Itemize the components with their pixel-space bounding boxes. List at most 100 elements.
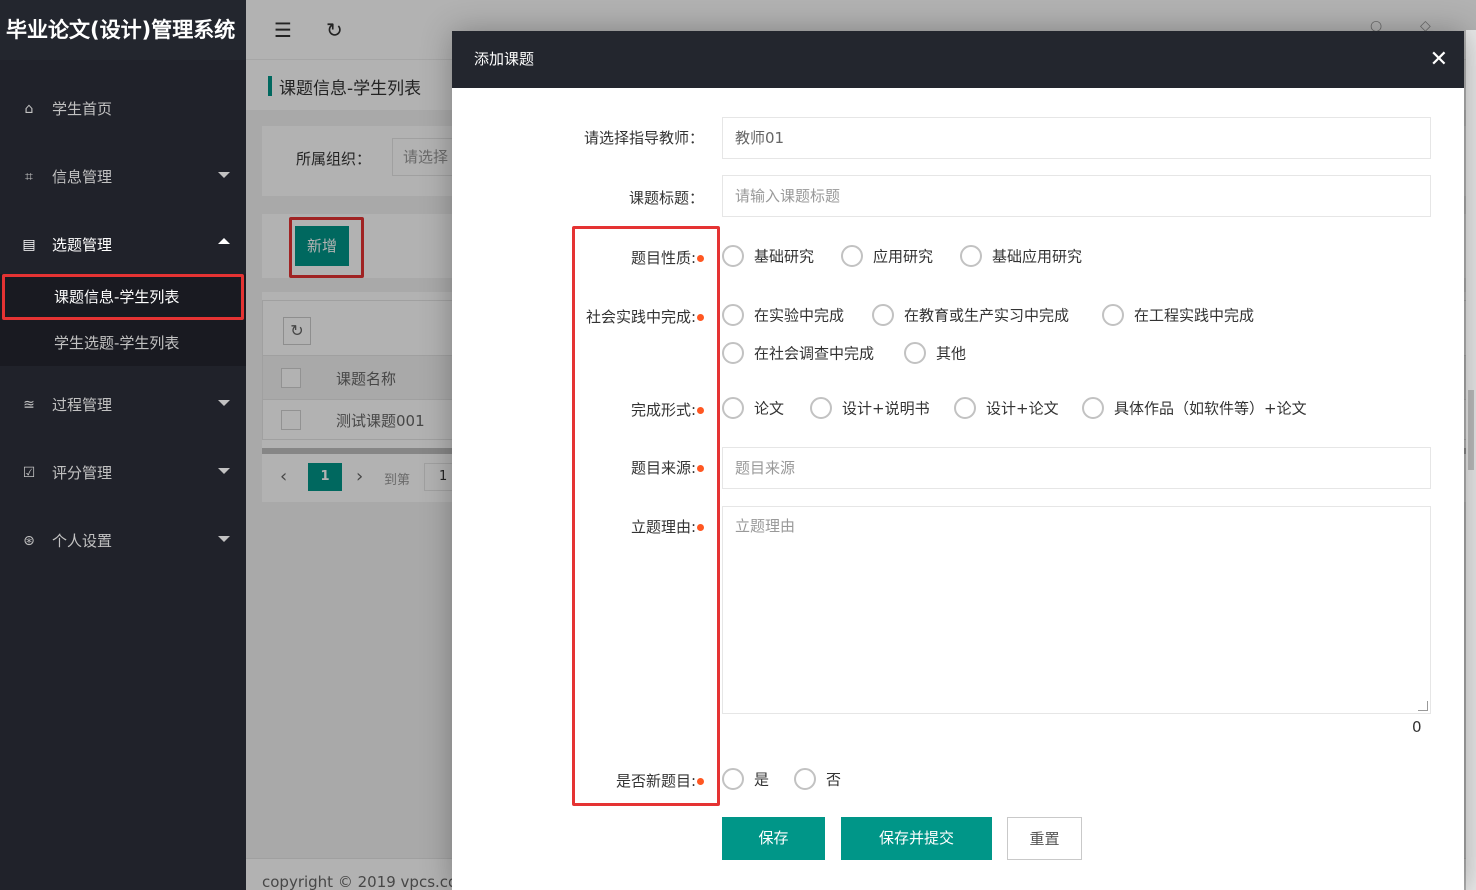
radio-practice-survey[interactable]: 在社会调查中完成 xyxy=(722,342,874,364)
topic-submenu: 课题信息-学生列表 学生选题-学生列表 xyxy=(0,274,246,366)
sidebar-subitem-topic-list[interactable]: 课题信息-学生列表 xyxy=(2,274,244,320)
sidebar-item-label: 信息管理 xyxy=(52,168,113,186)
required-dot xyxy=(697,407,704,414)
radio-circle xyxy=(904,342,926,364)
radio-form-design-thesis[interactable]: 设计+论文 xyxy=(954,397,1059,419)
radio-nature-basic-applied[interactable]: 基础应用研究 xyxy=(960,245,1082,267)
sidebar-item-label: 选题管理 xyxy=(52,236,113,254)
source-input[interactable]: 题目来源 xyxy=(722,447,1431,489)
is-new-label: 是否新题目: xyxy=(616,770,704,791)
radio-circle xyxy=(722,245,744,267)
radio-is-new-no[interactable]: 否 xyxy=(794,768,841,790)
chevron-down-icon xyxy=(218,468,230,474)
process-icon: ≊ xyxy=(23,397,35,413)
reset-button[interactable]: 重置 xyxy=(1007,817,1082,860)
sidebar-item-label: 学生首页 xyxy=(52,100,113,118)
modal-header: 添加课题 ✕ xyxy=(452,31,1464,88)
radio-circle xyxy=(794,768,816,790)
form-type-label-text: 完成形式: xyxy=(630,401,696,419)
home-icon: ⌂ xyxy=(24,101,34,117)
radio-practice-lab[interactable]: 在实验中完成 xyxy=(722,304,844,326)
radio-label: 是 xyxy=(754,770,770,789)
info-icon: ⌗ xyxy=(25,169,33,185)
source-label: 题目来源: xyxy=(631,457,704,478)
modal-title: 添加课题 xyxy=(474,50,535,68)
required-dot xyxy=(697,465,704,472)
sidebar-item-settings[interactable]: ⊛ 个人设置 xyxy=(0,502,246,570)
topic-icon: ▤ xyxy=(22,237,36,253)
reason-label-text: 立题理由: xyxy=(630,518,696,536)
radio-circle xyxy=(722,304,744,326)
teacher-label: 请选择指导教师： xyxy=(583,129,704,147)
reason-textarea[interactable]: 立题理由 xyxy=(722,506,1431,714)
radio-form-design-manual[interactable]: 设计+说明书 xyxy=(810,397,930,419)
save-button[interactable]: 保存 xyxy=(722,817,825,860)
reason-placeholder: 立题理由 xyxy=(735,517,796,535)
radio-label: 论文 xyxy=(754,399,785,418)
practice-label-text: 社会实践中完成: xyxy=(585,308,696,326)
sidebar-item-info[interactable]: ⌗ 信息管理 xyxy=(0,138,246,206)
required-dot xyxy=(697,255,704,262)
nature-label-text: 题目性质: xyxy=(630,249,696,267)
radio-form-product-thesis[interactable]: 具体作品（如软件等）+论文 xyxy=(1082,397,1307,419)
radio-circle xyxy=(722,397,744,419)
radio-label: 基础研究 xyxy=(754,247,815,266)
radio-nature-applied[interactable]: 应用研究 xyxy=(841,245,933,267)
radio-circle xyxy=(1102,304,1124,326)
nature-label: 题目性质: xyxy=(631,247,704,268)
topic-title-input[interactable]: 请输入课题标题 xyxy=(722,175,1431,217)
practice-label: 社会实践中完成: xyxy=(586,306,704,327)
sidebar: 毕业论文(设计)管理系统 ⌂ 学生首页 ⌗ 信息管理 ▤ 选题管理 课题信息-学… xyxy=(0,0,246,890)
radio-practice-internship[interactable]: 在教育或生产实习中完成 xyxy=(872,304,1069,326)
resize-grip-icon[interactable] xyxy=(1418,701,1428,711)
radio-circle xyxy=(1082,397,1104,419)
radio-label: 应用研究 xyxy=(873,247,934,266)
sidebar-item-home[interactable]: ⌂ 学生首页 xyxy=(0,70,246,138)
radio-is-new-yes[interactable]: 是 xyxy=(722,768,769,790)
radio-label: 设计+论文 xyxy=(986,399,1059,418)
app-title: 毕业论文(设计)管理系统 xyxy=(0,0,246,60)
char-counter: 0 xyxy=(1412,718,1422,736)
save-submit-button[interactable]: 保存并提交 xyxy=(841,817,992,860)
page-scrollbar-thumb[interactable] xyxy=(1468,390,1474,470)
sidebar-item-topic[interactable]: ▤ 选题管理 xyxy=(0,206,246,274)
page-scrollbar[interactable] xyxy=(1466,30,1476,890)
radio-form-thesis[interactable]: 论文 xyxy=(722,397,784,419)
radio-practice-engineering[interactable]: 在工程实践中完成 xyxy=(1102,304,1254,326)
teacher-field[interactable]: 教师01 xyxy=(722,117,1431,159)
radio-circle xyxy=(841,245,863,267)
required-dot xyxy=(697,778,704,785)
required-dot xyxy=(697,314,704,321)
radio-nature-basic[interactable]: 基础研究 xyxy=(722,245,814,267)
radio-circle xyxy=(960,245,982,267)
required-dot xyxy=(697,524,704,531)
radio-label: 在教育或生产实习中完成 xyxy=(904,306,1070,325)
radio-circle xyxy=(810,397,832,419)
sidebar-item-process[interactable]: ≊ 过程管理 xyxy=(0,366,246,434)
close-icon[interactable]: ✕ xyxy=(1430,31,1448,88)
sidebar-item-score[interactable]: ☑ 评分管理 xyxy=(0,434,246,502)
add-topic-modal: 添加课题 ✕ 请选择指导教师： 教师01 课题标题： 请输入课题标题 题目性质:… xyxy=(452,31,1464,890)
sidebar-item-label: 过程管理 xyxy=(52,396,113,414)
radio-circle xyxy=(722,768,744,790)
radio-label: 基础应用研究 xyxy=(992,247,1083,266)
chevron-down-icon xyxy=(218,400,230,406)
radio-circle xyxy=(722,342,744,364)
chevron-up-icon xyxy=(218,238,230,244)
score-icon: ☑ xyxy=(22,465,36,481)
radio-label: 设计+说明书 xyxy=(842,399,930,418)
reason-label: 立题理由: xyxy=(631,516,704,537)
chevron-down-icon xyxy=(218,536,230,542)
radio-label: 具体作品（如软件等）+论文 xyxy=(1114,399,1307,418)
radio-label: 否 xyxy=(826,770,842,789)
radio-label: 其他 xyxy=(936,344,967,363)
radio-label: 在工程实践中完成 xyxy=(1134,306,1255,325)
topic-title-label: 课题标题： xyxy=(628,189,704,207)
form-type-label: 完成形式: xyxy=(631,399,704,420)
side-menu: ⌂ 学生首页 ⌗ 信息管理 ▤ 选题管理 课题信息-学生列表 学生选题-学生列表… xyxy=(0,70,246,570)
is-new-label-text: 是否新题目: xyxy=(615,772,696,790)
radio-practice-other[interactable]: 其他 xyxy=(904,342,966,364)
radio-label: 在实验中完成 xyxy=(754,306,845,325)
sidebar-subitem-selection-list[interactable]: 学生选题-学生列表 xyxy=(0,320,246,366)
sidebar-item-label: 评分管理 xyxy=(52,464,113,482)
